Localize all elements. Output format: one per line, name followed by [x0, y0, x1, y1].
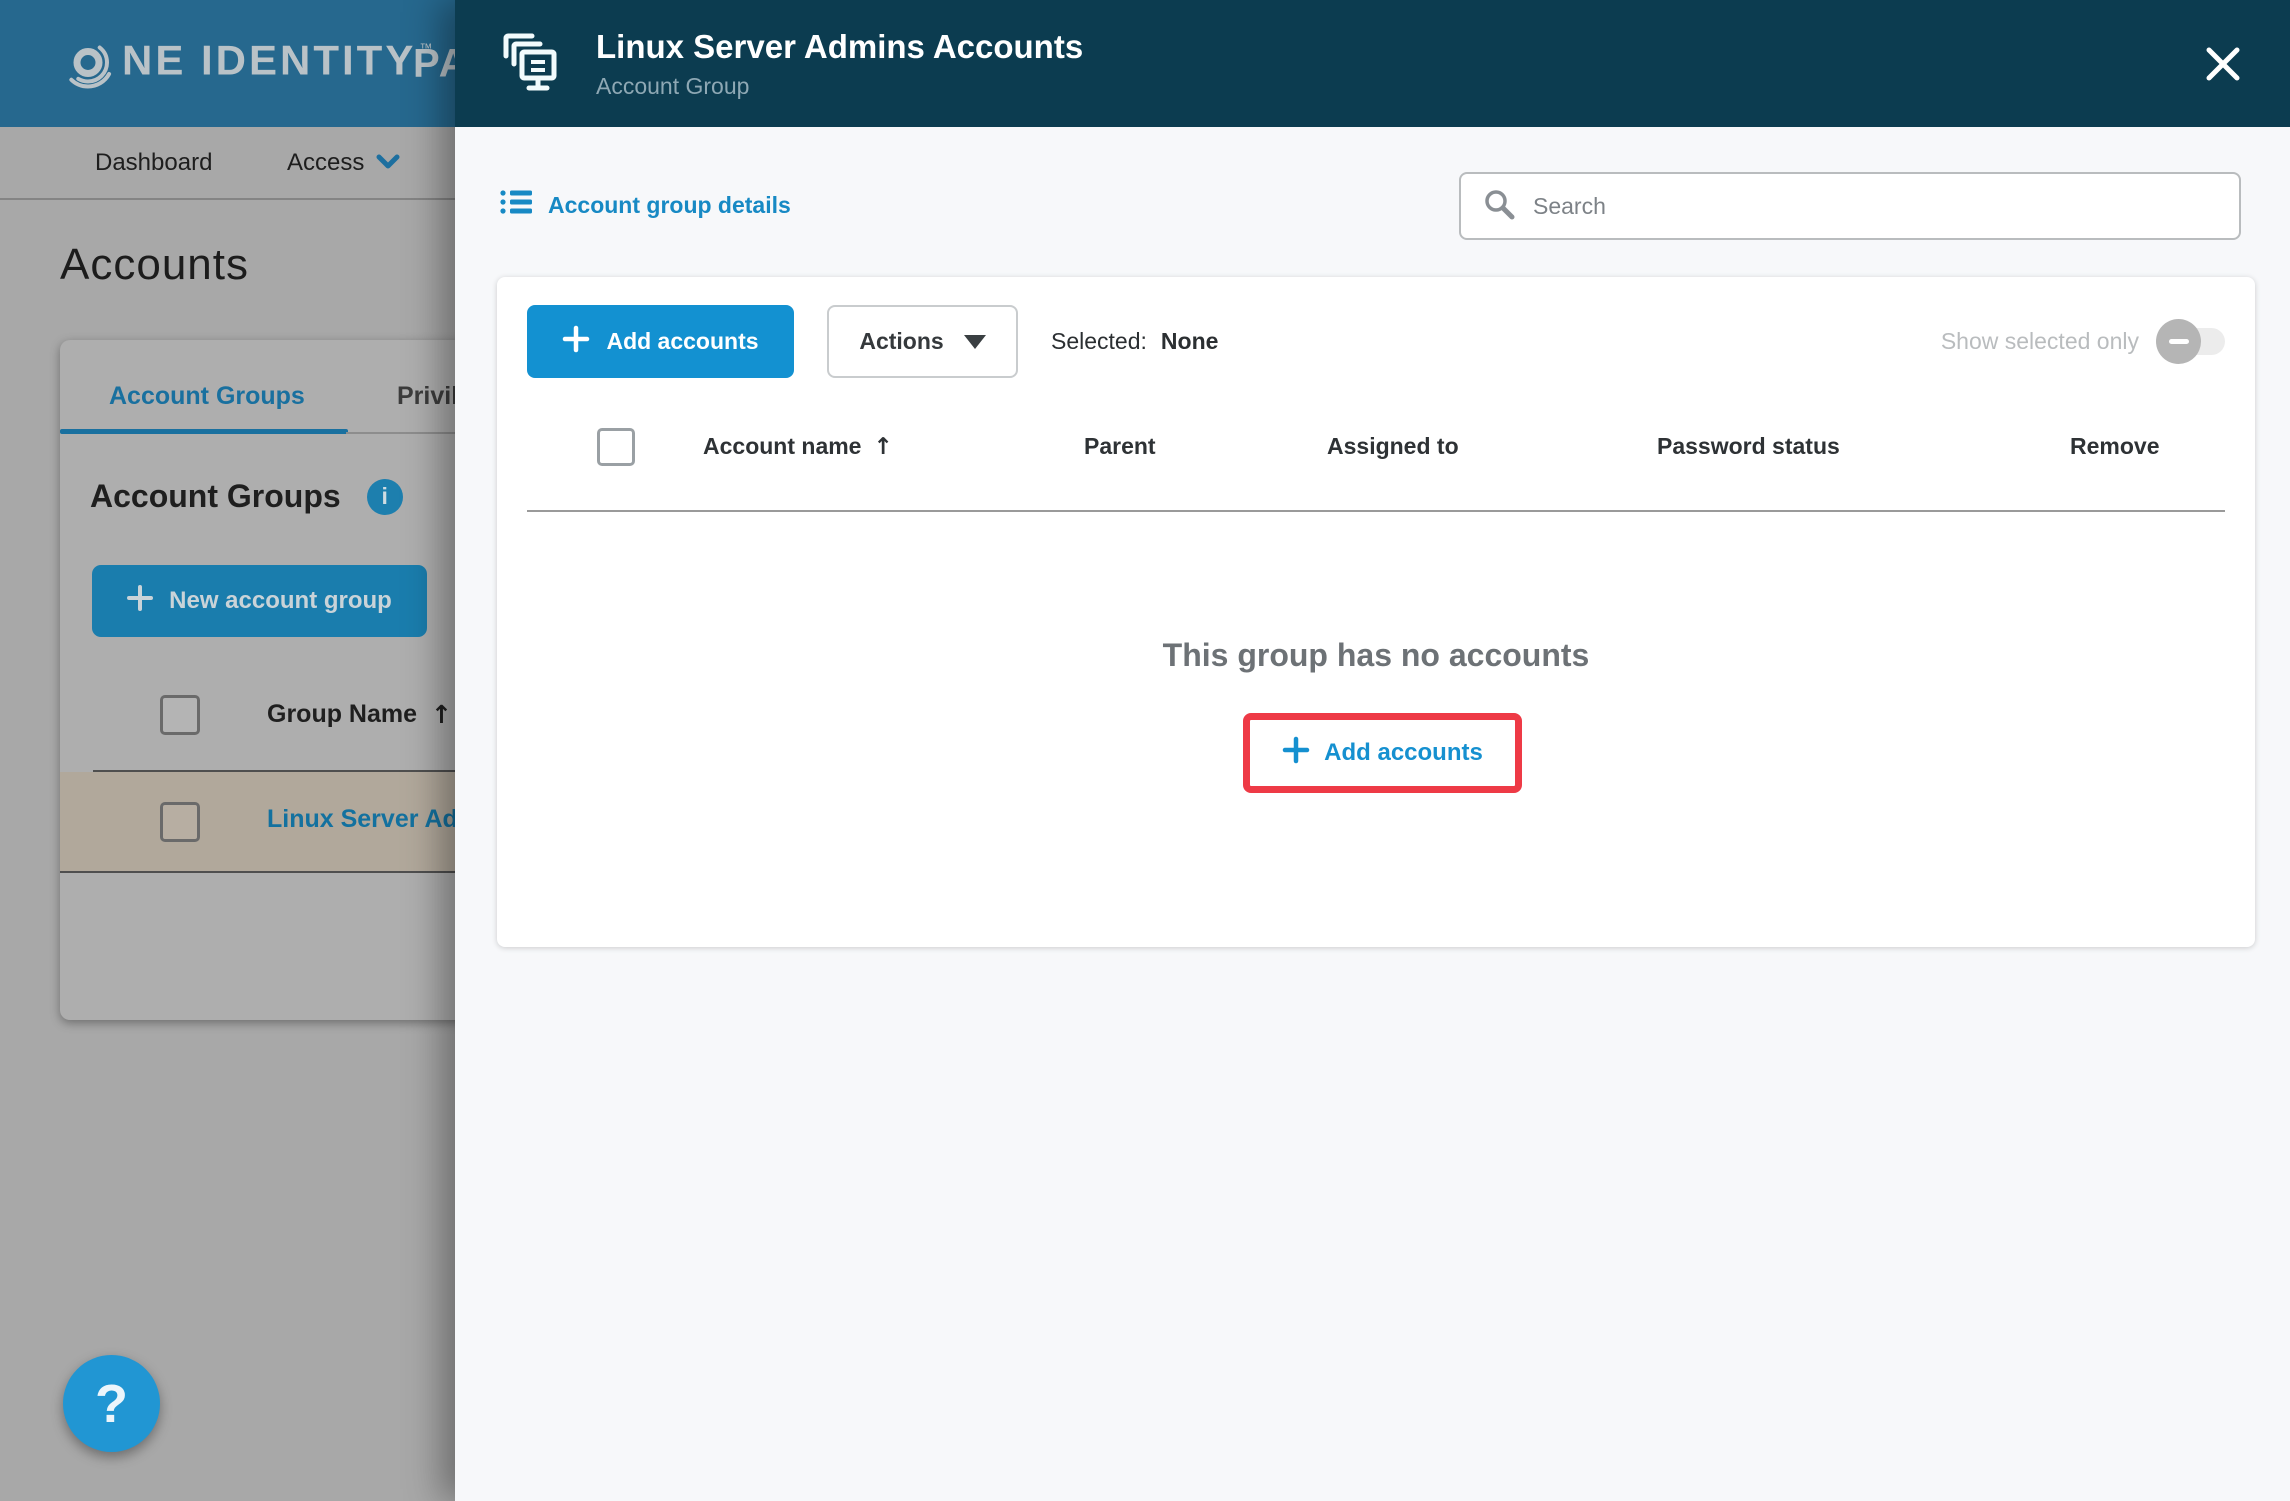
column-header-parent[interactable]: Parent — [1084, 433, 1156, 460]
group-name-label: Group Name — [267, 700, 417, 729]
account-group-details-link[interactable]: Account group details — [500, 188, 791, 222]
plus-icon — [1282, 736, 1310, 771]
plus-icon — [562, 325, 590, 359]
help-button[interactable]: ? — [63, 1355, 160, 1452]
panel-title: Linux Server Admins Accounts — [596, 28, 1083, 66]
annotation-highlight-box: Add accounts — [1243, 713, 1522, 793]
account-group-details-label: Account group details — [548, 192, 791, 219]
select-all-groups-checkbox[interactable] — [160, 695, 200, 735]
search-input[interactable] — [1533, 193, 2217, 220]
column-header-password-status[interactable]: Password status — [1657, 433, 1840, 460]
close-icon[interactable] — [2203, 44, 2243, 84]
one-identity-logo: NE IDENTITY ™ — [62, 34, 432, 93]
accounts-table-card: Add accounts Actions Selected: None Show… — [497, 277, 2255, 947]
sort-ascending-icon: ↑ — [431, 700, 452, 729]
add-accounts-label: Add accounts — [606, 328, 758, 355]
brand-name: NE IDENTITY — [122, 34, 416, 86]
column-header-assigned-to[interactable]: Assigned to — [1327, 433, 1459, 460]
main-nav: Dashboard Access — [0, 127, 455, 200]
toggle-disabled-dash-icon — [2169, 339, 2189, 344]
one-identity-logo-mark-icon — [62, 34, 122, 93]
active-tab-underline — [60, 429, 348, 434]
section-title: Account Groups — [90, 478, 341, 515]
column-header-remove: Remove — [2070, 433, 2159, 460]
show-selected-only-control: Show selected only — [1941, 305, 2225, 378]
nav-item-access[interactable]: Access — [287, 149, 400, 177]
account-group-stacked-screens-icon — [500, 30, 558, 97]
group-row-checkbox[interactable] — [160, 802, 200, 842]
empty-state-add-accounts-link[interactable]: Add accounts — [1282, 736, 1483, 771]
nav-item-dashboard[interactable]: Dashboard — [95, 149, 212, 177]
search-box[interactable] — [1459, 172, 2241, 240]
chevron-down-icon — [376, 149, 400, 177]
panel-subtitle: Account Group — [596, 73, 1083, 100]
selected-value: None — [1161, 328, 1219, 355]
list-details-icon — [500, 188, 532, 222]
actions-dropdown-button[interactable]: Actions — [827, 305, 1018, 378]
toggle-knob — [2156, 319, 2201, 364]
empty-state-message: This group has no accounts — [497, 637, 2255, 674]
account-group-panel: Linux Server Admins Accounts Account Gro… — [455, 0, 2290, 1501]
page-title: Accounts — [60, 240, 249, 290]
table-header-divider — [527, 510, 2225, 512]
search-icon — [1483, 188, 1515, 225]
caret-down-icon — [964, 335, 986, 349]
show-selected-only-label: Show selected only — [1941, 328, 2139, 355]
new-account-group-button[interactable]: New account group — [92, 565, 427, 637]
actions-label: Actions — [859, 328, 943, 355]
panel-header-titles: Linux Server Admins Accounts Account Gro… — [596, 28, 1083, 100]
selected-label: Selected: — [1051, 328, 1147, 355]
select-all-accounts-checkbox[interactable] — [597, 428, 635, 466]
account-name-label: Account name — [703, 433, 861, 460]
new-account-group-label: New account group — [169, 587, 392, 615]
group-row-link[interactable]: Linux Server Ad — [267, 805, 458, 834]
info-icon[interactable]: i — [367, 479, 403, 515]
show-selected-toggle[interactable] — [2159, 328, 2225, 355]
tab-privileged-partial[interactable]: Privil — [397, 382, 458, 411]
column-header-account-name[interactable]: Account name ↑ — [703, 433, 893, 460]
sort-ascending-icon: ↑ — [873, 434, 892, 460]
empty-add-accounts-label: Add accounts — [1324, 739, 1483, 767]
add-accounts-button[interactable]: Add accounts — [527, 305, 794, 378]
panel-header: Linux Server Admins Accounts Account Gro… — [455, 0, 2290, 127]
nav-access-label: Access — [287, 149, 364, 177]
app-screen: NE IDENTITY ™ PA Dashboard Access Accoun… — [0, 0, 2290, 1501]
group-name-column-header[interactable]: Group Name ↑ — [267, 700, 452, 729]
card-toolbar: Add accounts Actions Selected: None — [527, 305, 1218, 378]
plus-icon — [127, 585, 153, 618]
selected-summary: Selected: None — [1051, 328, 1218, 355]
tab-account-groups[interactable]: Account Groups — [109, 382, 305, 411]
